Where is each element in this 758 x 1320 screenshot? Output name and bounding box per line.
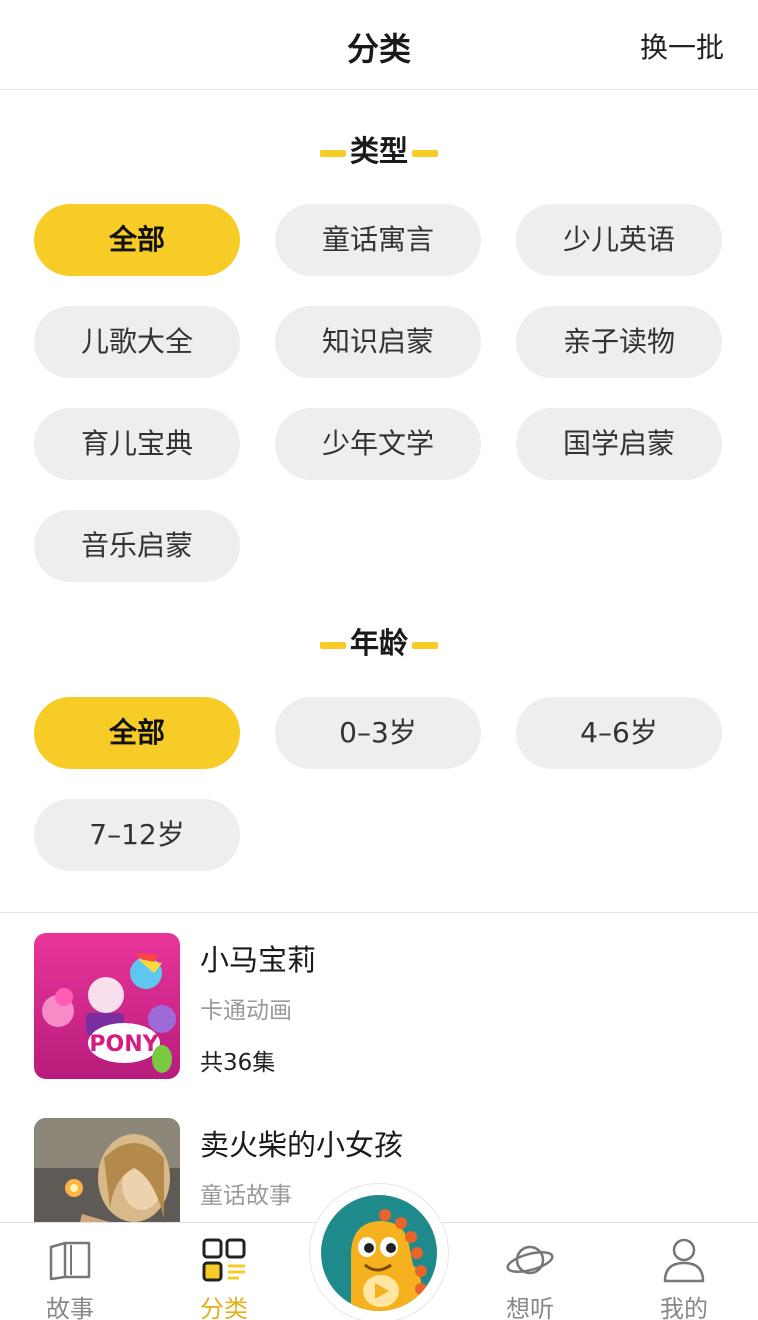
tab-want-to-hear[interactable]: 想听 bbox=[470, 1223, 590, 1320]
title-bar-left bbox=[319, 149, 346, 157]
grid-icon bbox=[202, 1238, 246, 1282]
type-chip-parent-child[interactable]: 亲子读物 bbox=[516, 306, 722, 378]
my-little-pony-cover: PONY bbox=[34, 933, 180, 1079]
list-item[interactable]: PONY 小马宝莉 卡通动画 共36集 bbox=[34, 933, 724, 1083]
age-section-label: 年龄 bbox=[349, 626, 408, 660]
tab-label: 分类 bbox=[200, 1295, 248, 1320]
dinosaur-play-icon bbox=[321, 1195, 437, 1311]
item-title: 小马宝莉 bbox=[200, 943, 317, 977]
type-chip-classics[interactable]: 国学启蒙 bbox=[516, 408, 722, 480]
refresh-button[interactable]: 换一批 bbox=[640, 26, 724, 66]
type-chip-music[interactable]: 音乐启蒙 bbox=[34, 510, 240, 582]
type-chip-fairy-tales[interactable]: 童话寓言 bbox=[275, 204, 481, 276]
tab-stories[interactable]: 故事 bbox=[10, 1223, 130, 1320]
tab-me[interactable]: 我的 bbox=[624, 1223, 744, 1320]
tab-categories[interactable]: 分类 bbox=[164, 1223, 284, 1320]
title-bar-left bbox=[319, 641, 346, 649]
title-bar-right bbox=[412, 149, 438, 157]
age-chip-0-3[interactable]: 0–3岁 bbox=[275, 697, 481, 769]
tab-label: 我的 bbox=[660, 1295, 708, 1320]
book-icon bbox=[49, 1241, 91, 1281]
title-bar-right bbox=[412, 641, 438, 649]
type-chip-youth-literature[interactable]: 少年文学 bbox=[275, 408, 481, 480]
person-icon bbox=[663, 1238, 705, 1283]
type-section-label: 类型 bbox=[349, 134, 408, 168]
center-play-button[interactable] bbox=[309, 1183, 449, 1320]
item-category: 卡通动画 bbox=[200, 998, 292, 1024]
item-episodes: 共36集 bbox=[200, 1050, 276, 1076]
age-chip-4-6[interactable]: 4–6岁 bbox=[516, 697, 722, 769]
svg-text:PONY: PONY bbox=[89, 1032, 159, 1057]
age-chip-7-12[interactable]: 7–12岁 bbox=[34, 799, 240, 871]
age-chip-all[interactable]: 全部 bbox=[34, 697, 240, 769]
tab-label: 想听 bbox=[506, 1295, 554, 1320]
type-chip-kids-english[interactable]: 少儿英语 bbox=[516, 204, 722, 276]
top-bar: 分类 换一批 bbox=[0, 0, 758, 90]
item-title: 卖火柴的小女孩 bbox=[200, 1128, 404, 1162]
type-chip-knowledge[interactable]: 知识启蒙 bbox=[275, 306, 481, 378]
type-chip-parenting[interactable]: 育儿宝典 bbox=[34, 408, 240, 480]
tab-label: 故事 bbox=[46, 1295, 94, 1320]
section-divider bbox=[0, 912, 758, 913]
item-category: 童话故事 bbox=[200, 1183, 292, 1209]
age-section-title: 年龄 bbox=[0, 620, 758, 662]
type-section-title: 类型 bbox=[0, 128, 758, 170]
planet-icon bbox=[506, 1245, 554, 1275]
type-chip-all[interactable]: 全部 bbox=[34, 204, 240, 276]
type-chip-nursery-rhymes[interactable]: 儿歌大全 bbox=[34, 306, 240, 378]
